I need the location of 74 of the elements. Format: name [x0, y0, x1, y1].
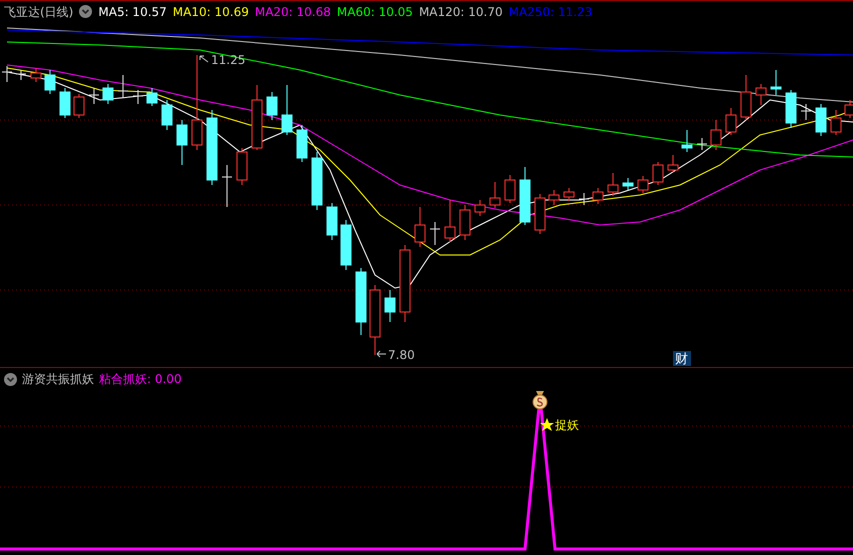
candlestick [520, 166, 530, 226]
candlestick [296, 124, 308, 162]
candlestick [326, 202, 338, 240]
candlestick [490, 182, 500, 208]
candlestick [30, 68, 42, 82]
candlestick [460, 204, 470, 240]
moving-average-value: MA20: 10.68 [254, 4, 331, 20]
candlestick [668, 154, 678, 172]
candlestick [252, 84, 262, 150]
dropdown-icon[interactable] [4, 372, 17, 386]
candlestick [726, 108, 736, 136]
candlestick [2, 66, 12, 82]
candlestick [444, 200, 456, 242]
candlestick [236, 148, 248, 186]
candlestick [16, 70, 26, 80]
candlestick [622, 178, 634, 190]
candlestick [740, 74, 752, 120]
candlestick [786, 90, 796, 128]
candlestick [592, 188, 604, 204]
moving-average-value: MA5: 10.57 [98, 4, 167, 20]
candlestick [74, 94, 84, 118]
high-price-label: 11.25 [211, 53, 246, 67]
star-icon [540, 418, 554, 431]
candlestick [564, 188, 574, 202]
indicator-value: 粘合抓妖: 0.00 [99, 370, 182, 388]
moving-average-value: MA250: 11.23 [508, 4, 592, 20]
candlestick [132, 90, 144, 104]
low-price-label: 7.80 [388, 348, 415, 362]
candlestick [370, 284, 380, 356]
stock-title: 飞亚达(日线) [4, 4, 74, 20]
candlestick [504, 174, 516, 204]
candlestick [844, 100, 853, 118]
candlestick [756, 84, 766, 106]
candlestick [356, 268, 366, 336]
candlestick [118, 74, 128, 98]
money-bag-icon [532, 391, 548, 410]
candlestick [710, 120, 722, 150]
finance-badge[interactable]: 财 [673, 351, 691, 367]
candlestick [430, 222, 440, 246]
dropdown-icon[interactable] [79, 5, 92, 18]
candlestick [146, 88, 158, 106]
candlestick [608, 172, 618, 196]
signal-label: 捉妖 [555, 418, 579, 432]
candlestick [534, 194, 546, 234]
candlestick [88, 88, 100, 104]
candlestick [384, 290, 396, 322]
candlestick [652, 162, 664, 186]
moving-average-value: MA120: 10.70 [418, 4, 503, 20]
candlestick [830, 110, 842, 136]
candlestick [222, 164, 232, 208]
candlestick [696, 138, 708, 150]
candlestick [638, 176, 648, 194]
leader-line [200, 56, 208, 62]
leader-line [376, 350, 386, 358]
candlestick [474, 200, 486, 216]
candlestick [162, 100, 172, 130]
candlestick [800, 104, 812, 120]
candlestick [682, 130, 692, 152]
indicator-title: 游资共振抓妖 [22, 370, 94, 388]
candlestick [282, 84, 292, 136]
candlestick [44, 70, 56, 94]
moving-average-value: MA10: 10.69 [172, 4, 249, 20]
candlestick [60, 88, 70, 118]
candlestick [548, 190, 560, 206]
candlestick [340, 220, 352, 270]
moving-average-value: MA60: 10.05 [336, 4, 413, 20]
candlestick [770, 70, 782, 96]
candlestick [176, 120, 188, 166]
candlestick [414, 206, 426, 248]
candlestick [102, 84, 114, 104]
candlestick [266, 92, 278, 120]
candlestick [578, 192, 590, 206]
candlestick [312, 152, 322, 210]
candlestick [816, 104, 826, 136]
